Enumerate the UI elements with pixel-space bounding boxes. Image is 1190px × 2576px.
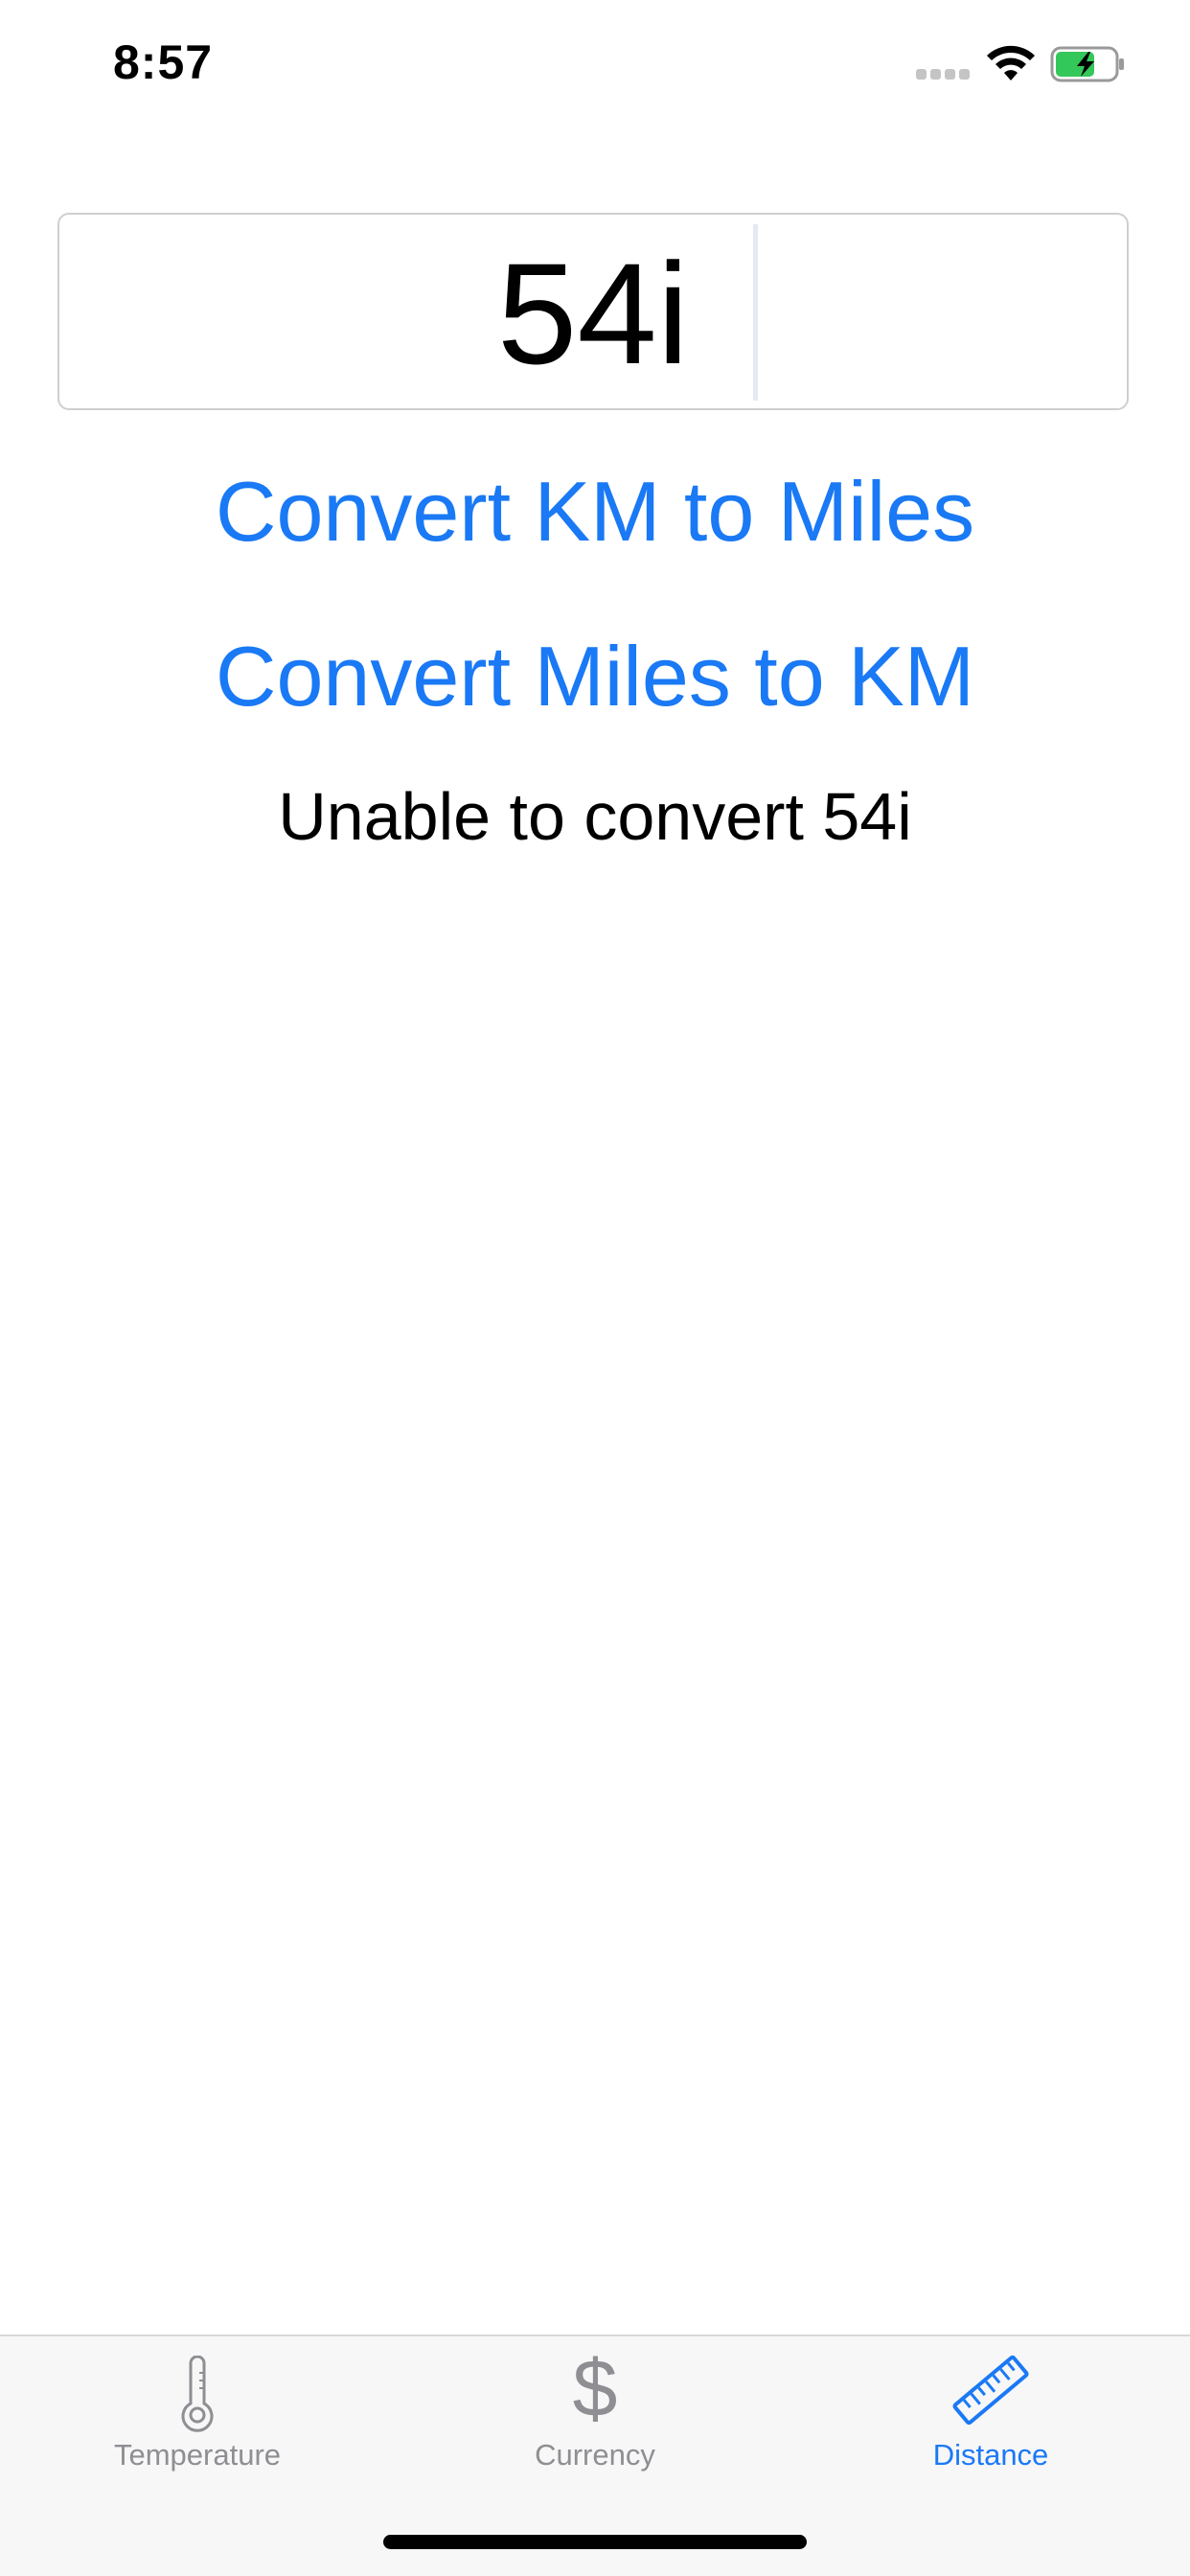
result-label: Unable to convert 54i <box>278 779 912 854</box>
thermometer-icon <box>181 2356 214 2432</box>
distance-input[interactable]: 54i <box>57 213 1129 410</box>
text-cursor <box>753 224 758 401</box>
tab-label-temperature: Temperature <box>113 2438 282 2472</box>
tab-currency[interactable]: $ Currency <box>451 2336 739 2490</box>
tab-label-distance: Distance <box>932 2438 1049 2472</box>
home-indicator[interactable] <box>383 2535 807 2549</box>
status-time: 8:57 <box>113 35 214 89</box>
convert-miles-to-km-button[interactable]: Convert Miles to KM <box>0 629 1190 724</box>
convert-km-to-miles-button[interactable]: Convert KM to Miles <box>0 464 1190 560</box>
wifi-icon <box>987 45 1035 80</box>
tab-distance[interactable]: Distance <box>847 2336 1134 2490</box>
input-value: 54i <box>496 233 690 394</box>
cellular-signal-icon <box>916 69 972 80</box>
status-bar: 8:57 <box>0 0 1190 126</box>
ruler-icon <box>952 2355 1029 2426</box>
battery-charging-icon <box>1050 46 1124 82</box>
tab-temperature[interactable]: Temperature <box>54 2336 341 2490</box>
dollar-icon: $ <box>572 2343 618 2433</box>
tab-label-currency: Currency <box>535 2438 655 2472</box>
